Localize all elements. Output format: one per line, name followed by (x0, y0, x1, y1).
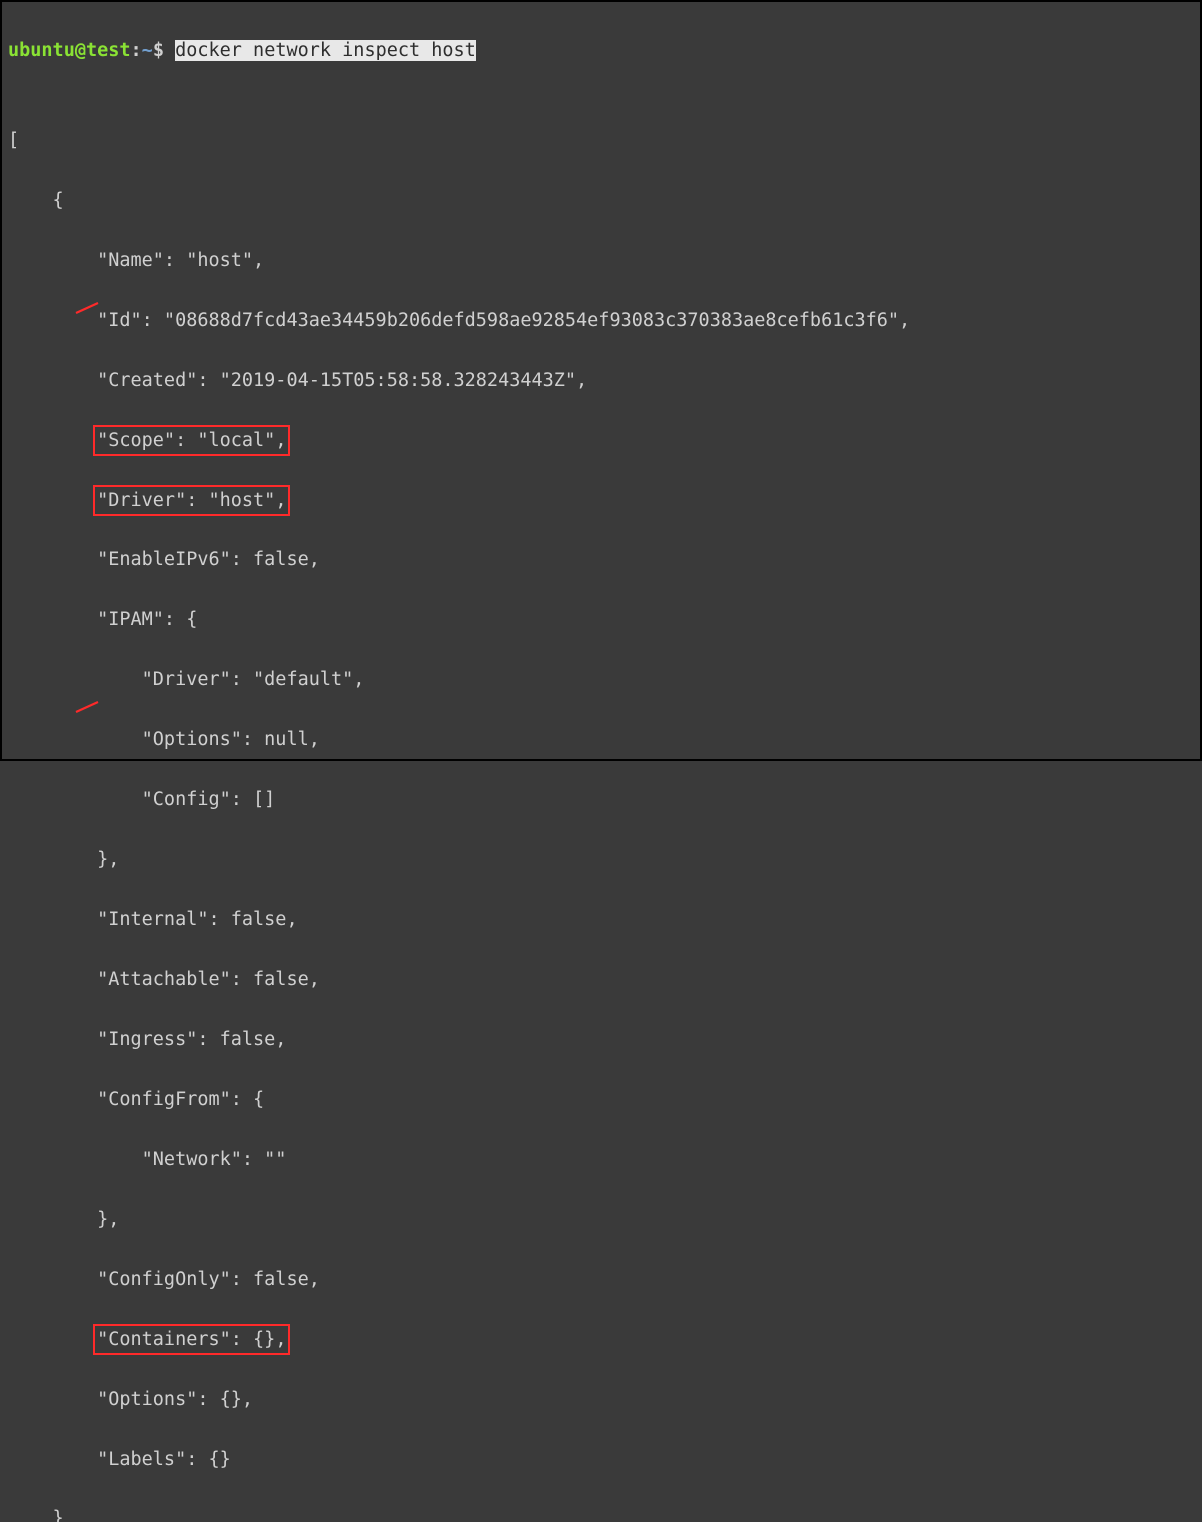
output-line: } (8, 1504, 1194, 1522)
arrow-icon (74, 239, 104, 253)
output-line: "Config": [] (8, 785, 1194, 815)
output-line: "Created": "2019-04-15T05:58:58.32824344… (8, 366, 1194, 396)
prompt-colon: : (131, 40, 142, 61)
output-line: "Driver": "default", (8, 665, 1194, 695)
output-line: "Internal": false, (8, 905, 1194, 935)
output-line-highlighted: "Driver": "host", (8, 486, 1194, 516)
prompt-dollar: $ (153, 40, 164, 61)
output-line: [ (8, 126, 1194, 156)
output-block: [ { "Name": "host", "Id": "08688d7fcd43a… (8, 96, 1194, 1522)
output-line: "EnableIPv6": false, (8, 545, 1194, 575)
output-line: "Options": null, (8, 725, 1194, 755)
indent (8, 430, 97, 451)
output-line: "Attachable": false, (8, 965, 1194, 995)
output-line: "ConfigOnly": false, (8, 1265, 1194, 1295)
output-line: "Id": "08688d7fcd43ae34459b206defd598ae9… (8, 306, 1194, 336)
output-line: "ConfigFrom": { (8, 1085, 1194, 1115)
output-line-highlighted: "Scope": "local", (8, 426, 1194, 456)
highlight-box-containers: "Containers": {}, (93, 1324, 290, 1355)
output-line-highlighted: "Containers": {}, (8, 1325, 1194, 1355)
output-line: }, (8, 1205, 1194, 1235)
prompt-at: @ (75, 40, 86, 61)
output-line: }, (8, 845, 1194, 875)
highlight-box-scope: "Scope": "local", (93, 425, 290, 456)
output-line: "IPAM": { (8, 605, 1194, 635)
highlight-box-driver: "Driver": "host", (93, 485, 290, 516)
arrow-icon (74, 638, 104, 652)
terminal-area[interactable]: ubuntu@test:~$ docker network inspect ho… (2, 2, 1200, 1522)
command-text: docker network inspect host (175, 40, 476, 61)
output-line: "Labels": {} (8, 1445, 1194, 1475)
output-line: { (8, 186, 1194, 216)
indent (8, 1329, 97, 1350)
output-line: "Ingress": false, (8, 1025, 1194, 1055)
prompt-line: ubuntu@test:~$ docker network inspect ho… (8, 36, 1194, 66)
prompt-host: test (86, 40, 131, 61)
output-line: "Name": "host", (8, 246, 1194, 276)
prompt-user: ubuntu (8, 40, 75, 61)
indent (8, 490, 97, 511)
prompt-path: ~ (142, 40, 153, 61)
output-line: "Options": {}, (8, 1385, 1194, 1415)
output-line: "Network": "" (8, 1145, 1194, 1175)
